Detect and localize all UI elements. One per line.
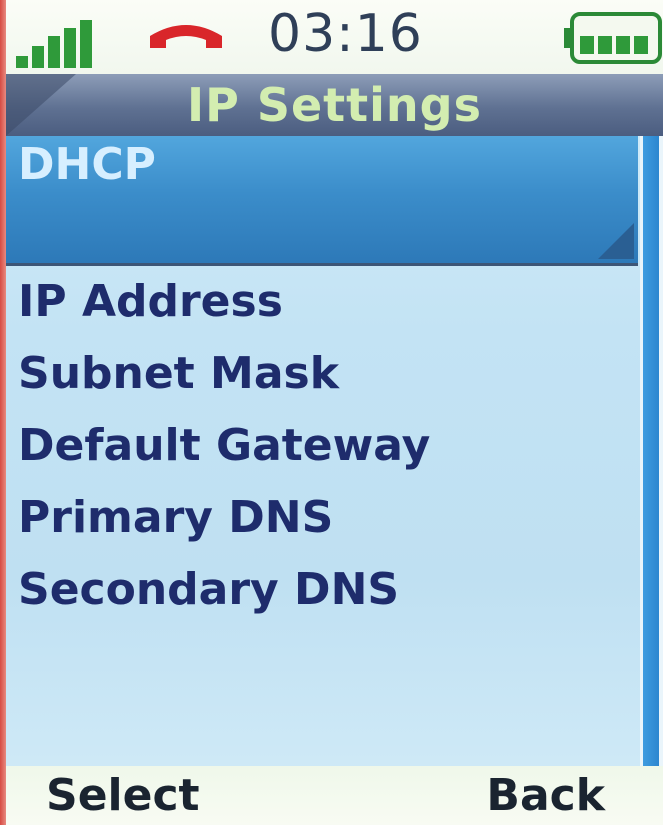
menu-item-subnet-mask[interactable]: Subnet Mask xyxy=(6,338,638,410)
menu-item-default-gateway[interactable]: Default Gateway xyxy=(6,410,638,482)
phone-screen: 03:16 IP Settings DHCP IP Address Subnet… xyxy=(0,0,663,825)
menu-item-dhcp[interactable]: DHCP xyxy=(6,136,638,266)
page-title: IP Settings xyxy=(187,78,482,132)
menu-item-ip-address[interactable]: IP Address xyxy=(6,266,638,338)
menu-item-secondary-dns[interactable]: Secondary DNS xyxy=(6,554,638,626)
status-bar: 03:16 xyxy=(6,0,663,74)
signal-strength-icon xyxy=(16,20,96,68)
scrollbar-thumb[interactable] xyxy=(643,136,659,766)
softkey-bar: Select Back xyxy=(6,766,663,825)
menu-item-primary-dns[interactable]: Primary DNS xyxy=(6,482,638,554)
scrollbar[interactable] xyxy=(640,136,663,766)
clock-time: 03:16 xyxy=(268,4,423,64)
battery-icon xyxy=(564,12,662,64)
call-end-icon xyxy=(150,25,222,48)
select-softkey[interactable]: Select xyxy=(46,766,200,825)
settings-menu: DHCP IP Address Subnet Mask Default Gate… xyxy=(6,136,638,766)
title-bar: IP Settings xyxy=(6,74,663,136)
back-softkey[interactable]: Back xyxy=(486,766,605,825)
